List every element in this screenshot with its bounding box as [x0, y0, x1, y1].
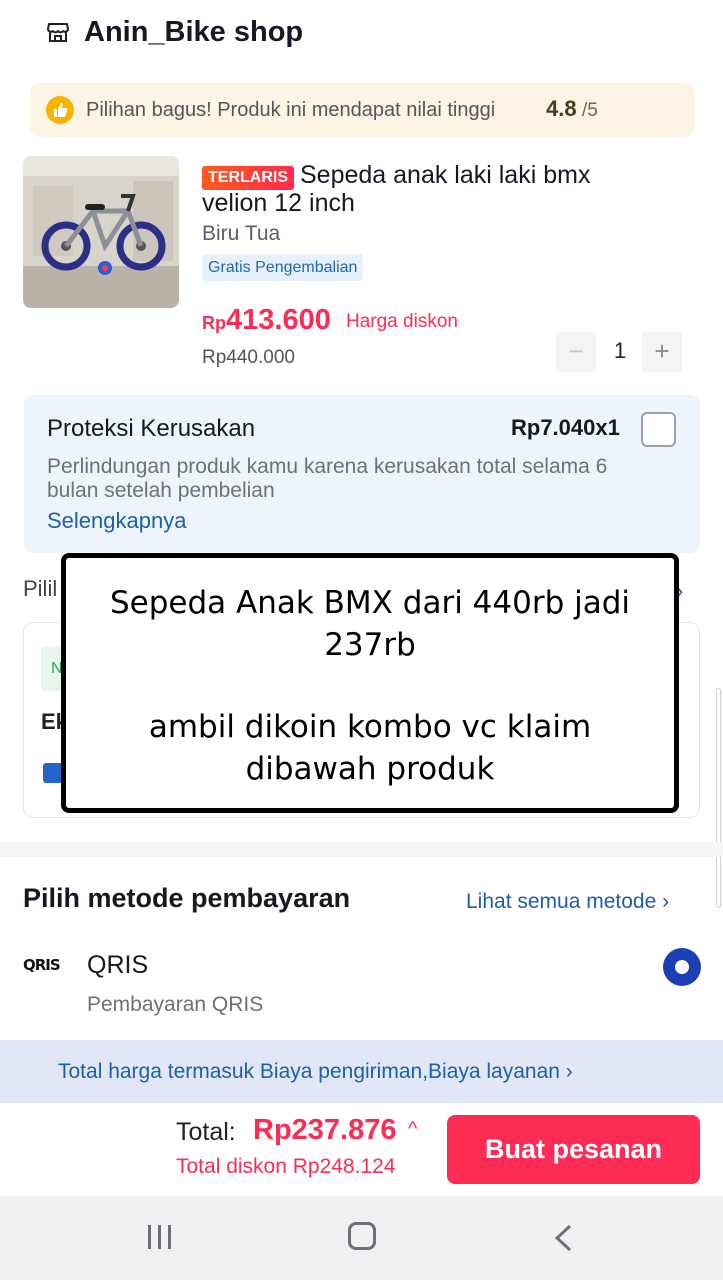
thumbs-up-icon [46, 96, 74, 124]
qris-logo: QRIS [23, 956, 61, 974]
back-icon[interactable] [552, 1224, 574, 1252]
price-info-text[interactable]: Total harga termasuk Biaya pengiriman,Bi… [58, 1060, 573, 1084]
chevron-up-icon[interactable]: ^ [408, 1118, 417, 1141]
quantity-increase-button[interactable]: + [642, 332, 682, 372]
rating-text: Pilihan bagus! Produk ini mendapat nilai… [86, 99, 496, 121]
rating-max: /5 [582, 100, 598, 121]
shop-name[interactable]: Anin_Bike shop [84, 16, 303, 49]
quantity-decrease-button[interactable]: − [556, 332, 596, 372]
store-icon [47, 23, 69, 42]
payment-radio-selected[interactable] [663, 948, 701, 986]
shop-header[interactable]: Anin_Bike shop [0, 0, 723, 70]
section-divider [0, 842, 723, 857]
payment-method-subtitle: Pembayaran QRIS [87, 993, 264, 1016]
rating-score: 4.8 [546, 96, 577, 121]
protection-title: Proteksi Kerusakan [47, 415, 256, 442]
price-currency: Rp [202, 313, 226, 333]
payment-method-name[interactable]: QRIS [87, 951, 148, 980]
protection-description: Perlindungan produk kamu karena kerusaka… [47, 455, 608, 502]
place-order-button[interactable]: Buat pesanan [447, 1115, 700, 1184]
product-title-continued[interactable]: velion 12 inch [202, 189, 355, 218]
home-icon[interactable] [348, 1222, 376, 1250]
see-all-methods-link[interactable]: Lihat semua metode › [466, 890, 669, 914]
caption-line-4: dibawah produk [245, 751, 495, 787]
discount-price: 413.600 [226, 304, 331, 336]
product-title[interactable]: Sepeda anak laki laki bmx [300, 162, 700, 189]
quantity-value: 1 [613, 338, 627, 363]
caption-line-2: 237rb [324, 627, 416, 663]
price-info-bar[interactable]: Total harga termasuk Biaya pengiriman,Bi… [0, 1040, 723, 1103]
protection-checkbox[interactable] [641, 412, 676, 447]
caption-line-3: ambil dikoin kombo vc klaim [148, 709, 592, 745]
recent-apps-icon[interactable] [145, 1224, 175, 1250]
total-discount: Total diskon Rp248.124 [176, 1155, 396, 1178]
radio-dot [675, 960, 689, 974]
protection-more-link[interactable]: Selengkapnya [47, 508, 186, 534]
hidden-section-title: Pilil [23, 576, 58, 601]
bestseller-badge: TERLARIS [202, 166, 294, 190]
protection-price: Rp7.040x1 [511, 415, 620, 440]
scrollbar[interactable] [716, 688, 721, 908]
hidden-option-icon [43, 763, 63, 783]
product-variant[interactable]: Biru Tua [202, 222, 280, 246]
original-price: Rp440.000 [202, 347, 295, 368]
total-amount[interactable]: Rp237.876 [253, 1114, 397, 1147]
discount-price-label: Harga diskon [346, 311, 458, 332]
payment-method-title: Pilih metode pembayaran [23, 883, 351, 913]
product-image[interactable] [23, 156, 179, 308]
free-return-badge: Gratis Pengembalian [202, 254, 364, 281]
total-label: Total: [176, 1118, 236, 1146]
promo-caption-overlay: Sepeda Anak BMX dari 440rb jadi 237rb am… [61, 553, 679, 813]
rating-banner: Pilihan bagus! Produk ini mendapat nilai… [30, 83, 694, 137]
damage-protection-card: Proteksi Kerusakan Rp7.040x1 Perlindunga… [24, 395, 700, 553]
system-nav-bar [0, 1196, 723, 1280]
caption-line-1: Sepeda Anak BMX dari 440rb jadi [109, 585, 631, 621]
